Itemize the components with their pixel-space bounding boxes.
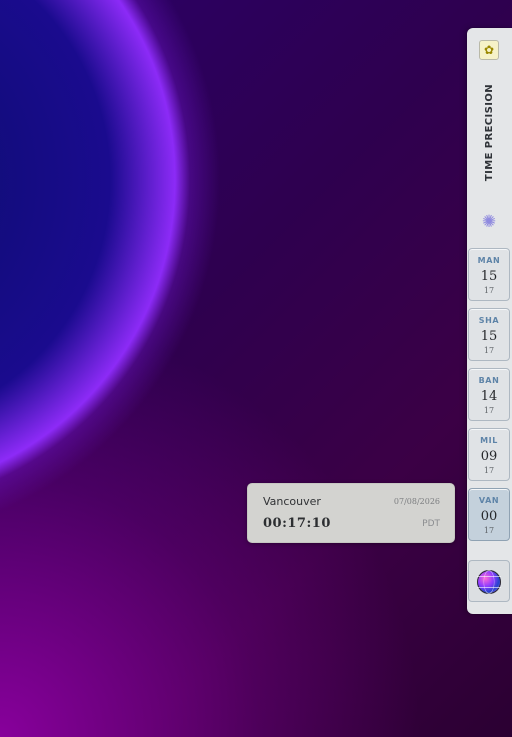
city-code: SHA xyxy=(478,316,500,325)
city-minute: 17 xyxy=(483,286,495,295)
city-hour: 15 xyxy=(480,329,498,344)
city-minute: 17 xyxy=(483,526,495,535)
city-hour: 15 xyxy=(480,269,498,284)
city-tile-man[interactable]: MAN 15 17 xyxy=(468,248,510,301)
tooltip-city-name: Vancouver xyxy=(263,495,321,508)
city-hour: 00 xyxy=(480,509,498,524)
panel-title: TIME PRECISION xyxy=(476,83,504,181)
city-code: MAN xyxy=(477,256,501,265)
tooltip-timezone: PDT xyxy=(422,519,440,529)
city-hour: 09 xyxy=(480,449,498,464)
flower-app-icon[interactable]: ✿ xyxy=(479,40,499,60)
city-minute: 17 xyxy=(483,406,495,415)
globe-button[interactable] xyxy=(468,560,510,602)
tooltip-date: 07/08/2026 xyxy=(393,497,440,506)
gear-icon[interactable]: ✺ xyxy=(479,212,499,232)
panel-title-text: TIME PRECISION xyxy=(484,83,496,181)
city-code: MIL xyxy=(480,436,498,445)
globe-icon xyxy=(477,570,501,594)
tooltip-time: 00:17:10 xyxy=(263,516,331,531)
city-minute: 17 xyxy=(483,466,495,475)
city-time-tooltip: Vancouver 07/08/2026 00:17:10 PDT xyxy=(247,483,455,543)
city-tile-ban[interactable]: BAN 14 17 xyxy=(468,368,510,421)
city-tile-van[interactable]: VAN 00 17 xyxy=(468,488,510,541)
city-minute: 17 xyxy=(483,346,495,355)
city-tile-mil[interactable]: MIL 09 17 xyxy=(468,428,510,481)
city-tile-sha[interactable]: SHA 15 17 xyxy=(468,308,510,361)
city-hour: 14 xyxy=(480,389,498,404)
city-code: VAN xyxy=(478,496,500,505)
time-precision-panel: ✿ TIME PRECISION ✺ MAN 15 17 SHA 15 17 B… xyxy=(467,28,512,614)
city-code: BAN xyxy=(478,376,500,385)
